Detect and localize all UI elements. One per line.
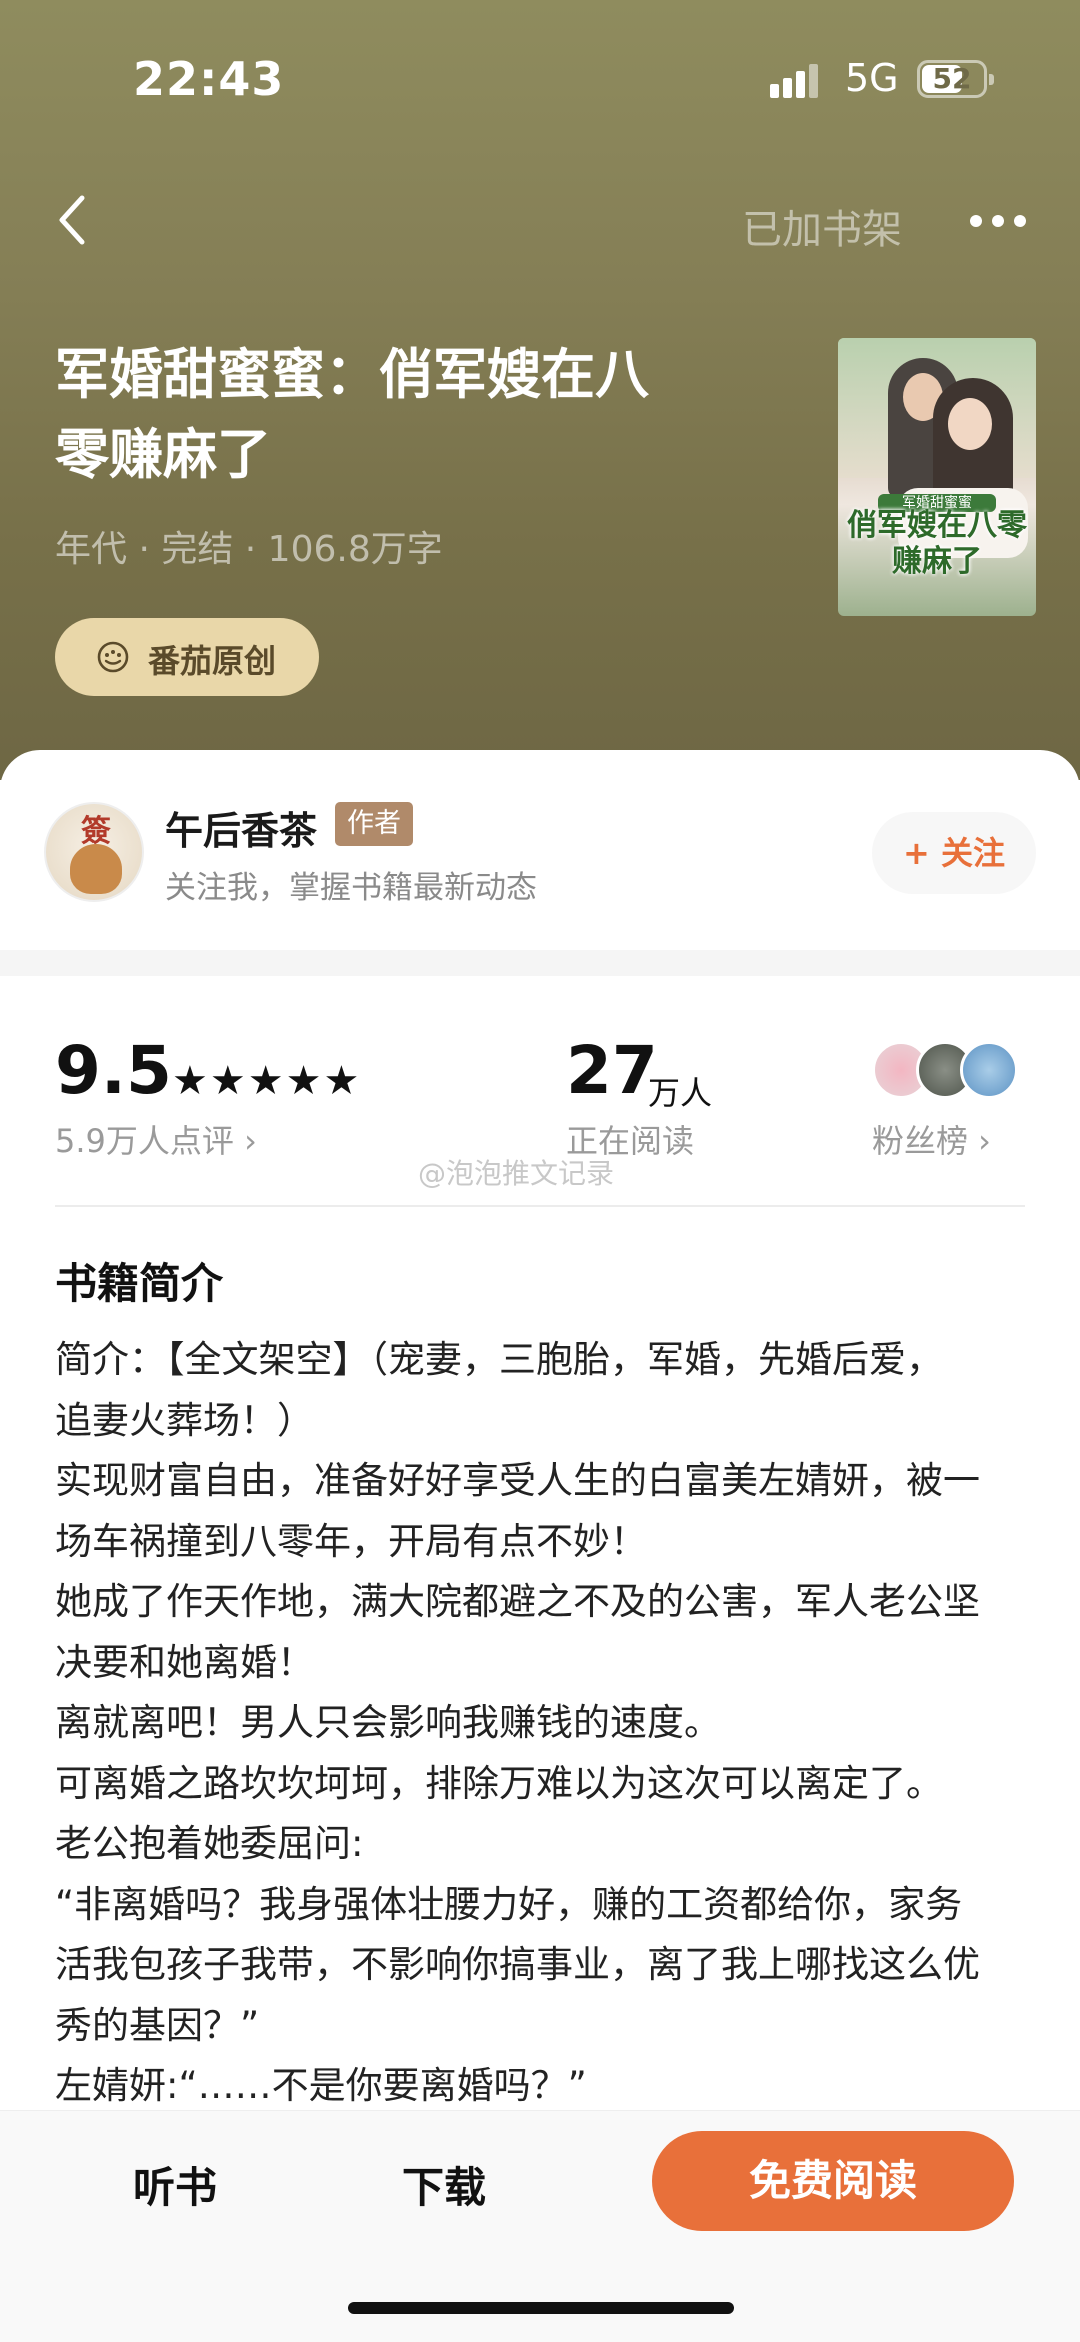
back-icon[interactable] (50, 190, 110, 250)
intro-title: 书籍简介 (55, 1259, 224, 1308)
free-read-button[interactable]: 免费阅读 (652, 2131, 1014, 2231)
status-time: 22:43 (133, 52, 285, 106)
signal-icon (770, 62, 830, 98)
intro-line: 决要和她离婚！ (55, 1640, 314, 1684)
cover-title: 俏军嫂在八零赚麻了 (847, 508, 1027, 579)
star-icon: ★ (209, 1058, 246, 1104)
listen-button[interactable]: 听书 (133, 2154, 217, 2215)
book-hero: 22:43 5G 52 已加书架 军婚甜蜜蜜：俏军嫂在八 零赚麻了 年代 · 完… (0, 0, 1080, 780)
book-title: 军婚甜蜜蜜：俏军嫂在八 零赚麻了 (55, 335, 715, 495)
book-meta: 年代 · 完结 · 106.8万字 (55, 529, 443, 570)
intro-line: 离就离吧！男人只会影响我赚钱的速度。 (55, 1701, 721, 1744)
avatar[interactable]: 簽 (44, 802, 144, 902)
fan-avatar (960, 1041, 1018, 1099)
watermark: @泡泡推文记录 (418, 1157, 615, 1190)
readers-unit: 万人 (648, 1074, 713, 1112)
fan-avatars[interactable] (872, 1041, 1032, 1103)
book-title-line-1: 军婚甜蜜蜜：俏军嫂在八 (55, 343, 649, 406)
intro-line: 可离婚之路坎坎坷坷，排除万难以为这次可以离定了。 (55, 1761, 943, 1805)
rating-stars: ★★★★★ (172, 1058, 361, 1104)
intro-line: 她成了作天作地，满大院都避之不及的公害，军人老公坚 (55, 1580, 980, 1623)
status-bar: 22:43 5G 52 (0, 0, 1080, 150)
rating-score: 9.5 (55, 1032, 172, 1109)
author-name[interactable]: 午后香茶 (165, 800, 317, 855)
intro-line: 秀的基因？” (55, 2003, 260, 2047)
book-cover[interactable]: 军婚甜蜜蜜 俏军嫂在八零赚麻了 (838, 338, 1036, 616)
origin-badge[interactable]: 番茄原创 (55, 618, 319, 696)
author-description: 关注我，掌握书籍最新动态 (165, 870, 537, 906)
intro-line: 追妻火葬场！） (55, 1398, 314, 1442)
more-icon[interactable] (970, 215, 1030, 229)
intro-line: 老公抱着她委屈问: (55, 1822, 364, 1865)
intro-line: 左婧妍:“……不是你要离婚吗？” (55, 2064, 587, 2107)
book-title-line-2: 零赚麻了 (55, 423, 271, 486)
divider (55, 1205, 1025, 1207)
intro-line: 实现财富自由，准备好好享受人生的白富美左婧妍，被一 (55, 1459, 980, 1502)
star-icon: ★ (323, 1058, 360, 1104)
star-icon: ★ (285, 1058, 322, 1104)
intro-line: “非离婚吗？我身强体壮腰力好，赚的工资都给你，家务 (55, 1882, 963, 1926)
download-button[interactable]: 下载 (402, 2154, 486, 2215)
review-count-link[interactable]: 5.9万人点评 › (55, 1116, 257, 1162)
stats-row: 9.5 ★★★★★ 5.9万人点评 › 27 万人 正在阅读 粉丝榜 › @泡泡… (0, 976, 1080, 1206)
origin-badge-label: 番茄原创 (148, 642, 277, 680)
star-icon: ★ (172, 1058, 208, 1104)
author-card: 簽 午后香茶 作者 关注我，掌握书籍最新动态 + 关注 (0, 750, 1080, 950)
intro-body[interactable]: 简介：【全文架空】（宠妻，三胞胎，军婚，先婚后爱， 追妻火葬场！） 实现财富自由… (55, 1330, 1030, 2110)
fans-ranking-link[interactable]: 粉丝榜 › (872, 1116, 991, 1162)
readers-count: 27 (566, 1032, 658, 1109)
star-icon: ★ (247, 1058, 284, 1104)
intro-line: 简介：【全文架空】（宠妻，三胞胎，军婚，先婚后爱， (55, 1338, 943, 1381)
intro-line: 活我包孩子我带，不影响你搞事业，离了我上哪找这么优 (55, 1943, 980, 1986)
battery-level: 52 (932, 62, 972, 95)
home-indicator[interactable] (348, 2302, 734, 2314)
tomato-icon (97, 641, 129, 673)
section-divider (0, 950, 1080, 976)
author-tag: 作者 (335, 802, 413, 846)
intro-line: 场车祸撞到八零年，开局有点不妙！ (55, 1519, 647, 1563)
network-type: 5G (845, 56, 899, 100)
battery-icon: 52 (917, 60, 994, 98)
follow-button[interactable]: + 关注 (872, 812, 1036, 894)
added-to-shelf-button[interactable]: 已加书架 (742, 197, 902, 255)
